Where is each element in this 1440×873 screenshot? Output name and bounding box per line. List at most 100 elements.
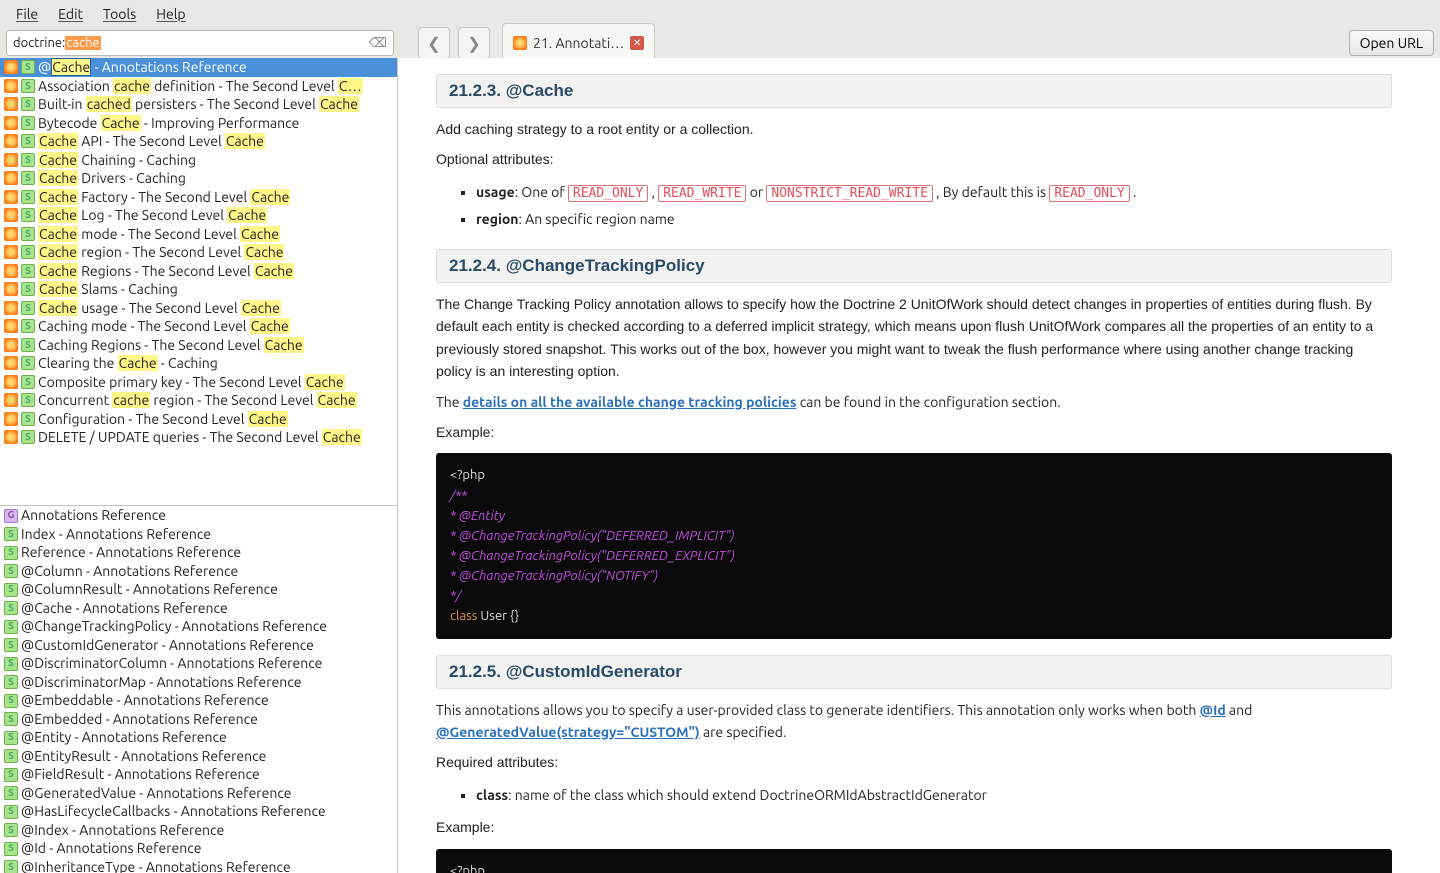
content-pane[interactable]: 21.2.3. @Cache Add caching strategy to a… [398, 58, 1440, 873]
list-item[interactable]: GAnnotations Reference [0, 506, 397, 525]
list-item-label: Clearing the Cache - Caching [38, 354, 218, 373]
list-item[interactable]: S@DiscriminatorMap - Annotations Referen… [0, 673, 397, 692]
section-icon: S [4, 749, 18, 763]
menu-file[interactable]: File [8, 2, 46, 26]
section-icon: S [4, 601, 18, 615]
results-bottom[interactable]: GAnnotations ReferenceSIndex - Annotatio… [0, 506, 397, 873]
fire-icon [4, 190, 18, 204]
list-item[interactable]: SDELETE / UPDATE queries - The Second Le… [0, 428, 397, 447]
link-id[interactable]: @Id [1200, 702, 1226, 718]
list-item[interactable]: SClearing the Cache - Caching [0, 354, 397, 373]
list-item-label: Cache Log - The Second Level Cache [38, 206, 267, 225]
list-item-label: @Index - Annotations Reference [21, 821, 224, 840]
list-item[interactable]: S@Embeddable - Annotations Reference [0, 691, 397, 710]
menu-edit[interactable]: Edit [50, 2, 91, 26]
list-item[interactable]: SComposite primary key - The Second Leve… [0, 373, 397, 392]
section-icon: S [21, 171, 35, 185]
section-icon: S [4, 620, 18, 634]
menu-tools[interactable]: Tools [95, 2, 144, 26]
close-icon[interactable]: ✕ [630, 36, 644, 50]
menu-help[interactable]: Help [148, 2, 193, 26]
list-item-label: @HasLifecycleCallbacks - Annotations Ref… [21, 802, 326, 821]
section-icon: S [21, 356, 35, 370]
section-icon: S [21, 208, 35, 222]
list-item[interactable]: S@ChangeTrackingPolicy - Annotations Ref… [0, 617, 397, 636]
list-item[interactable]: SReference - Annotations Reference [0, 543, 397, 562]
results-top[interactable]: S@Cache - Annotations ReferenceSAssociat… [0, 58, 397, 506]
fire-icon [4, 264, 18, 278]
search-input[interactable]: doctrine:cache ⌫ [6, 30, 394, 56]
clear-icon[interactable]: ⌫ [369, 36, 387, 51]
paragraph: The details on all the available change … [436, 391, 1392, 413]
section-header: 21.2.5. @CustomIdGenerator [436, 655, 1392, 689]
list-item[interactable]: SCache region - The Second Level Cache [0, 243, 397, 262]
fire-icon [4, 393, 18, 407]
list-item[interactable]: SBuilt-in cached persisters - The Second… [0, 95, 397, 114]
list-item[interactable]: SCaching mode - The Second Level Cache [0, 317, 397, 336]
search-field[interactable] [101, 35, 365, 51]
list-item[interactable]: S@Cache - Annotations Reference [0, 58, 397, 77]
section-icon: S [4, 694, 18, 708]
list-item[interactable]: SCache usage - The Second Level Cache [0, 299, 397, 318]
paragraph: Add caching strategy to a root entity or… [436, 118, 1392, 140]
list-item[interactable]: SAssociation cache definition - The Seco… [0, 77, 397, 96]
list-item[interactable]: SCache Log - The Second Level Cache [0, 206, 397, 225]
section-icon: S [4, 675, 18, 689]
list-item-label: @InheritanceType - Annotations Reference [21, 858, 291, 873]
tab-label: 21. Annotati… [533, 35, 624, 51]
list-item[interactable]: S@Entity - Annotations Reference [0, 728, 397, 747]
list-item[interactable]: SCache API - The Second Level Cache [0, 132, 397, 151]
list-item[interactable]: SConcurrent cache region - The Second Le… [0, 391, 397, 410]
list-item[interactable]: S@FieldResult - Annotations Reference [0, 765, 397, 784]
list-item-label: @DiscriminatorColumn - Annotations Refer… [21, 654, 322, 673]
list-item[interactable]: SCache Regions - The Second Level Cache [0, 262, 397, 281]
list-item[interactable]: SCaching Regions - The Second Level Cach… [0, 336, 397, 355]
section-header: 21.2.4. @ChangeTrackingPolicy [436, 249, 1392, 283]
list-item[interactable]: SCache Chaining - Caching [0, 151, 397, 170]
list-item[interactable]: SCache Factory - The Second Level Cache [0, 188, 397, 207]
list-item[interactable]: S@Embedded - Annotations Reference [0, 710, 397, 729]
list-item[interactable]: SBytecode Cache - Improving Performance [0, 114, 397, 133]
fire-icon [4, 153, 18, 167]
section-icon: S [21, 393, 35, 407]
section-icon: S [4, 786, 18, 800]
toolbar: doctrine:cache ⌫ ❮ ❯ 21. Annotati… ✕ Ope… [0, 28, 1440, 58]
list-item-label: Cache Regions - The Second Level Cache [38, 262, 294, 281]
section-icon: S [21, 116, 35, 130]
link-change-tracking[interactable]: details on all the available change trac… [463, 394, 797, 410]
section-icon: S [4, 638, 18, 652]
open-url-button[interactable]: Open URL [1349, 30, 1434, 56]
list-item[interactable]: S@Index - Annotations Reference [0, 821, 397, 840]
paragraph: The Change Tracking Policy annotation al… [436, 293, 1392, 383]
list-item[interactable]: SCache Drivers - Caching [0, 169, 397, 188]
list-item[interactable]: S@ColumnResult - Annotations Reference [0, 580, 397, 599]
sidebar: S@Cache - Annotations ReferenceSAssociat… [0, 58, 398, 873]
list-item[interactable]: S@DiscriminatorColumn - Annotations Refe… [0, 654, 397, 673]
list-item[interactable]: S@Cache - Annotations Reference [0, 599, 397, 618]
list-item[interactable]: S@Column - Annotations Reference [0, 562, 397, 581]
list-item-label: @EntityResult - Annotations Reference [21, 747, 266, 766]
list-item[interactable]: SIndex - Annotations Reference [0, 525, 397, 544]
list-item[interactable]: SCache Slams - Caching [0, 280, 397, 299]
list-item[interactable]: S@CustomIdGenerator - Annotations Refere… [0, 636, 397, 655]
list-item[interactable]: SConfiguration - The Second Level Cache [0, 410, 397, 429]
section-icon: S [4, 860, 18, 873]
fire-icon [4, 319, 18, 333]
list-item-label: Reference - Annotations Reference [21, 543, 241, 562]
list-item[interactable]: S@EntityResult - Annotations Reference [0, 747, 397, 766]
nav-back-button[interactable]: ❮ [418, 27, 450, 59]
nav-forward-button[interactable]: ❯ [458, 27, 490, 59]
fire-icon [4, 171, 18, 185]
section-icon: S [21, 134, 35, 148]
section-icon: S [4, 805, 18, 819]
list-item[interactable]: S@HasLifecycleCallbacks - Annotations Re… [0, 802, 397, 821]
list-item-label: Caching Regions - The Second Level Cache [38, 336, 304, 355]
tab-annotations[interactable]: 21. Annotati… ✕ [502, 23, 655, 63]
link-generated-value[interactable]: @GeneratedValue(strategy="CUSTOM") [436, 724, 700, 740]
list-item[interactable]: S@InheritanceType - Annotations Referenc… [0, 858, 397, 873]
fire-icon [4, 245, 18, 259]
list-item[interactable]: SCache mode - The Second Level Cache [0, 225, 397, 244]
list-item[interactable]: S@Id - Annotations Reference [0, 839, 397, 858]
list-item-label: Built-in cached persisters - The Second … [38, 95, 359, 114]
list-item[interactable]: S@GeneratedValue - Annotations Reference [0, 784, 397, 803]
